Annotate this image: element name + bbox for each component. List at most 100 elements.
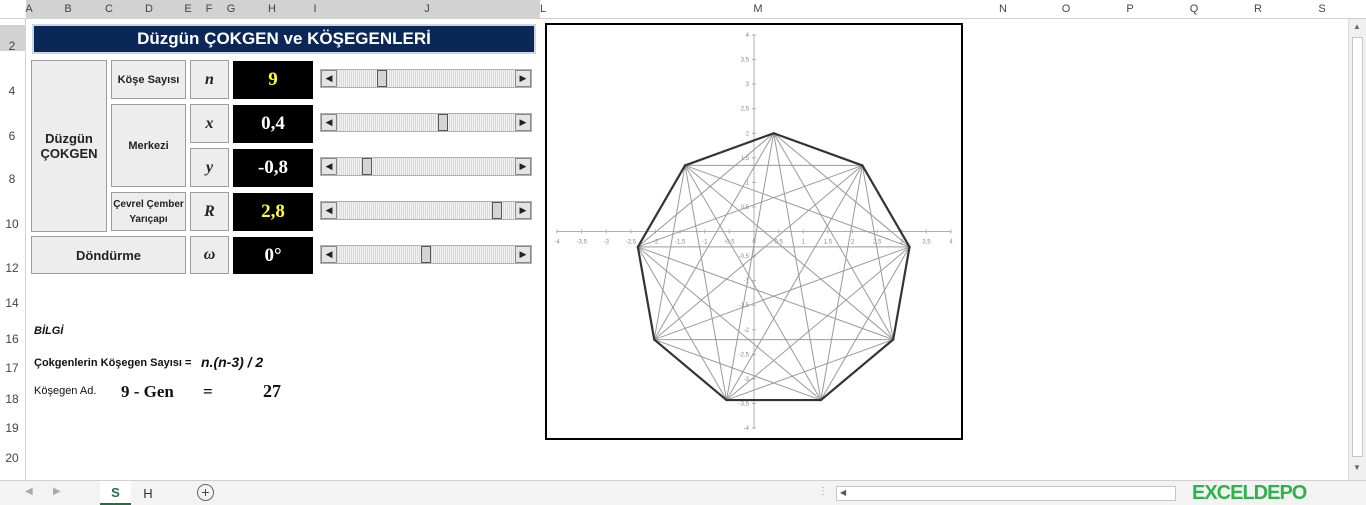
- symbol-x: x: [190, 104, 229, 143]
- diagonal-count-label: Köşegen Ad.: [34, 385, 97, 397]
- row-header-6[interactable]: 6: [0, 129, 24, 143]
- row-header-14[interactable]: 14: [0, 296, 24, 310]
- row-header-20[interactable]: 20: [0, 451, 24, 465]
- sheet-tab-bar: ◀ ▶ S H + ⋮ ◀ EXCELDEPO: [0, 480, 1366, 505]
- symbol-n: n: [190, 60, 229, 99]
- y-tick-label: -4: [744, 426, 750, 432]
- scroll-thumb[interactable]: [437, 114, 448, 131]
- y-tick-label: 4: [746, 33, 750, 39]
- column-header-n[interactable]: N: [999, 3, 1007, 15]
- scroll-thumb[interactable]: [491, 202, 502, 219]
- column-header-q[interactable]: Q: [1190, 3, 1199, 15]
- center-y-value[interactable]: -0,8: [233, 149, 313, 187]
- plus-circle-icon[interactable]: +: [197, 484, 214, 501]
- column-header-b[interactable]: B: [64, 3, 71, 15]
- y-tick-label: -2: [744, 328, 750, 334]
- column-header-a[interactable]: A: [25, 3, 32, 15]
- vertex-count-value[interactable]: 9: [233, 61, 313, 99]
- sheet-tab-s[interactable]: S: [100, 481, 131, 505]
- diagonal-line: [637, 164, 863, 248]
- row-header-12[interactable]: 12: [0, 261, 24, 275]
- polygon-vertex-point: [908, 245, 911, 249]
- rotation-value[interactable]: 0°: [233, 237, 313, 274]
- row-header-18[interactable]: 18: [0, 392, 24, 406]
- splitter-icon[interactable]: ⋮: [818, 486, 828, 497]
- scroll-up-arrow-icon[interactable]: ▲: [1353, 22, 1361, 31]
- radius-scrollbar[interactable]: ◀ ▶: [320, 201, 532, 220]
- x-tick-label: 3,5: [922, 240, 931, 246]
- diagonal-line: [637, 246, 822, 401]
- column-header-e[interactable]: E: [184, 3, 191, 15]
- y-tick-label: 3: [746, 82, 750, 88]
- scroll-down-arrow-icon[interactable]: ▼: [1353, 463, 1361, 472]
- tab-next-arrow-icon[interactable]: ▶: [53, 486, 61, 497]
- scroll-right-arrow-icon[interactable]: ▶: [515, 246, 531, 263]
- y-tick-label: 2: [746, 131, 750, 137]
- x-tick-label: -3: [604, 240, 610, 246]
- radius-value[interactable]: 2,8: [233, 193, 313, 231]
- info-heading: BİLGİ: [34, 325, 64, 337]
- row-header-8[interactable]: 8: [0, 172, 24, 186]
- rotation-label: Döndürme: [31, 236, 186, 274]
- symbol-omega: ω: [190, 236, 229, 274]
- polygon-edge: [684, 132, 775, 167]
- column-header-h[interactable]: H: [268, 3, 276, 15]
- column-header-c[interactable]: C: [105, 3, 113, 15]
- selected-columns-highlight: [26, 0, 540, 19]
- scroll-left-arrow-icon[interactable]: ◀: [321, 70, 337, 87]
- exceldepo-watermark: EXCELDEPO: [1192, 482, 1307, 504]
- column-header-f[interactable]: F: [206, 3, 213, 15]
- column-header-p[interactable]: P: [1126, 3, 1133, 15]
- center-x-scrollbar[interactable]: ◀ ▶: [320, 113, 532, 132]
- row-header-10[interactable]: 10: [0, 217, 24, 231]
- vertex-count-scrollbar[interactable]: ◀ ▶: [320, 69, 532, 88]
- scroll-right-arrow-icon[interactable]: ▶: [515, 114, 531, 131]
- column-header-r[interactable]: R: [1254, 3, 1262, 15]
- scroll-right-arrow-icon[interactable]: ▶: [515, 70, 531, 87]
- row-header-19[interactable]: 19: [0, 421, 24, 435]
- column-header-o[interactable]: O: [1062, 3, 1071, 15]
- row-header-16[interactable]: 16: [0, 332, 24, 346]
- column-header-i[interactable]: I: [313, 3, 316, 15]
- y-tick-label: -0,5: [739, 254, 750, 260]
- scroll-left-arrow-icon[interactable]: ◀: [321, 202, 337, 219]
- column-header-m[interactable]: M: [753, 3, 762, 15]
- polygon-vertex-point: [725, 398, 728, 402]
- vertical-scroll-thumb[interactable]: [1352, 37, 1363, 457]
- scroll-left-arrow-icon[interactable]: ◀: [321, 158, 337, 175]
- row-header-4[interactable]: 4: [0, 84, 24, 98]
- scroll-thumb[interactable]: [421, 246, 431, 263]
- scroll-right-arrow-icon[interactable]: ▶: [515, 202, 531, 219]
- column-header-s[interactable]: S: [1318, 3, 1325, 15]
- x-tick-label: -3,5: [576, 240, 587, 246]
- scroll-left-arrow-icon[interactable]: ◀: [840, 488, 846, 497]
- column-header-g[interactable]: G: [227, 3, 236, 15]
- center-y-scrollbar[interactable]: ◀ ▶: [320, 157, 532, 176]
- x-tick-label: -2,5: [626, 240, 637, 246]
- tab-prev-arrow-icon[interactable]: ◀: [25, 486, 33, 497]
- row-header-2[interactable]: 2: [0, 39, 24, 53]
- scroll-thumb[interactable]: [377, 70, 388, 87]
- sheet-title-banner[interactable]: Düzgün ÇOKGEN ve KÖŞEGENLERİ: [32, 24, 536, 54]
- scroll-left-arrow-icon[interactable]: ◀: [321, 114, 337, 131]
- horizontal-scrollbar[interactable]: ◀: [836, 486, 1176, 501]
- sheet-tab-h[interactable]: H: [133, 481, 163, 505]
- spreadsheet-window: A B C D E F G H I J L M N O P Q R S 2 4 …: [0, 0, 1366, 505]
- polygon-edge: [773, 132, 863, 167]
- vertex-count-label: Köşe Sayısı: [111, 60, 186, 99]
- scroll-left-arrow-icon[interactable]: ◀: [321, 246, 337, 263]
- vertical-scrollbar[interactable]: ▲ ▼: [1348, 19, 1366, 480]
- polygon-vertex-point: [861, 164, 864, 167]
- scroll-right-arrow-icon[interactable]: ▶: [515, 158, 531, 175]
- column-header-l[interactable]: L: [540, 3, 546, 15]
- column-header-j[interactable]: J: [424, 3, 430, 15]
- center-label: Merkezi: [111, 104, 186, 187]
- column-header-d[interactable]: D: [145, 3, 153, 15]
- center-x-value[interactable]: 0,4: [233, 105, 313, 143]
- row-header-17[interactable]: 17: [0, 361, 24, 375]
- polygon-section-label: Düzgün ÇOKGEN: [31, 60, 107, 232]
- rotation-scrollbar[interactable]: ◀ ▶: [320, 245, 532, 264]
- scroll-thumb[interactable]: [362, 158, 373, 175]
- polygon-chart[interactable]: -4-3,5-3-2,5-2-1,5-1-0,500,511,522,533,5…: [545, 23, 963, 440]
- polygon-vertex-point: [772, 132, 775, 135]
